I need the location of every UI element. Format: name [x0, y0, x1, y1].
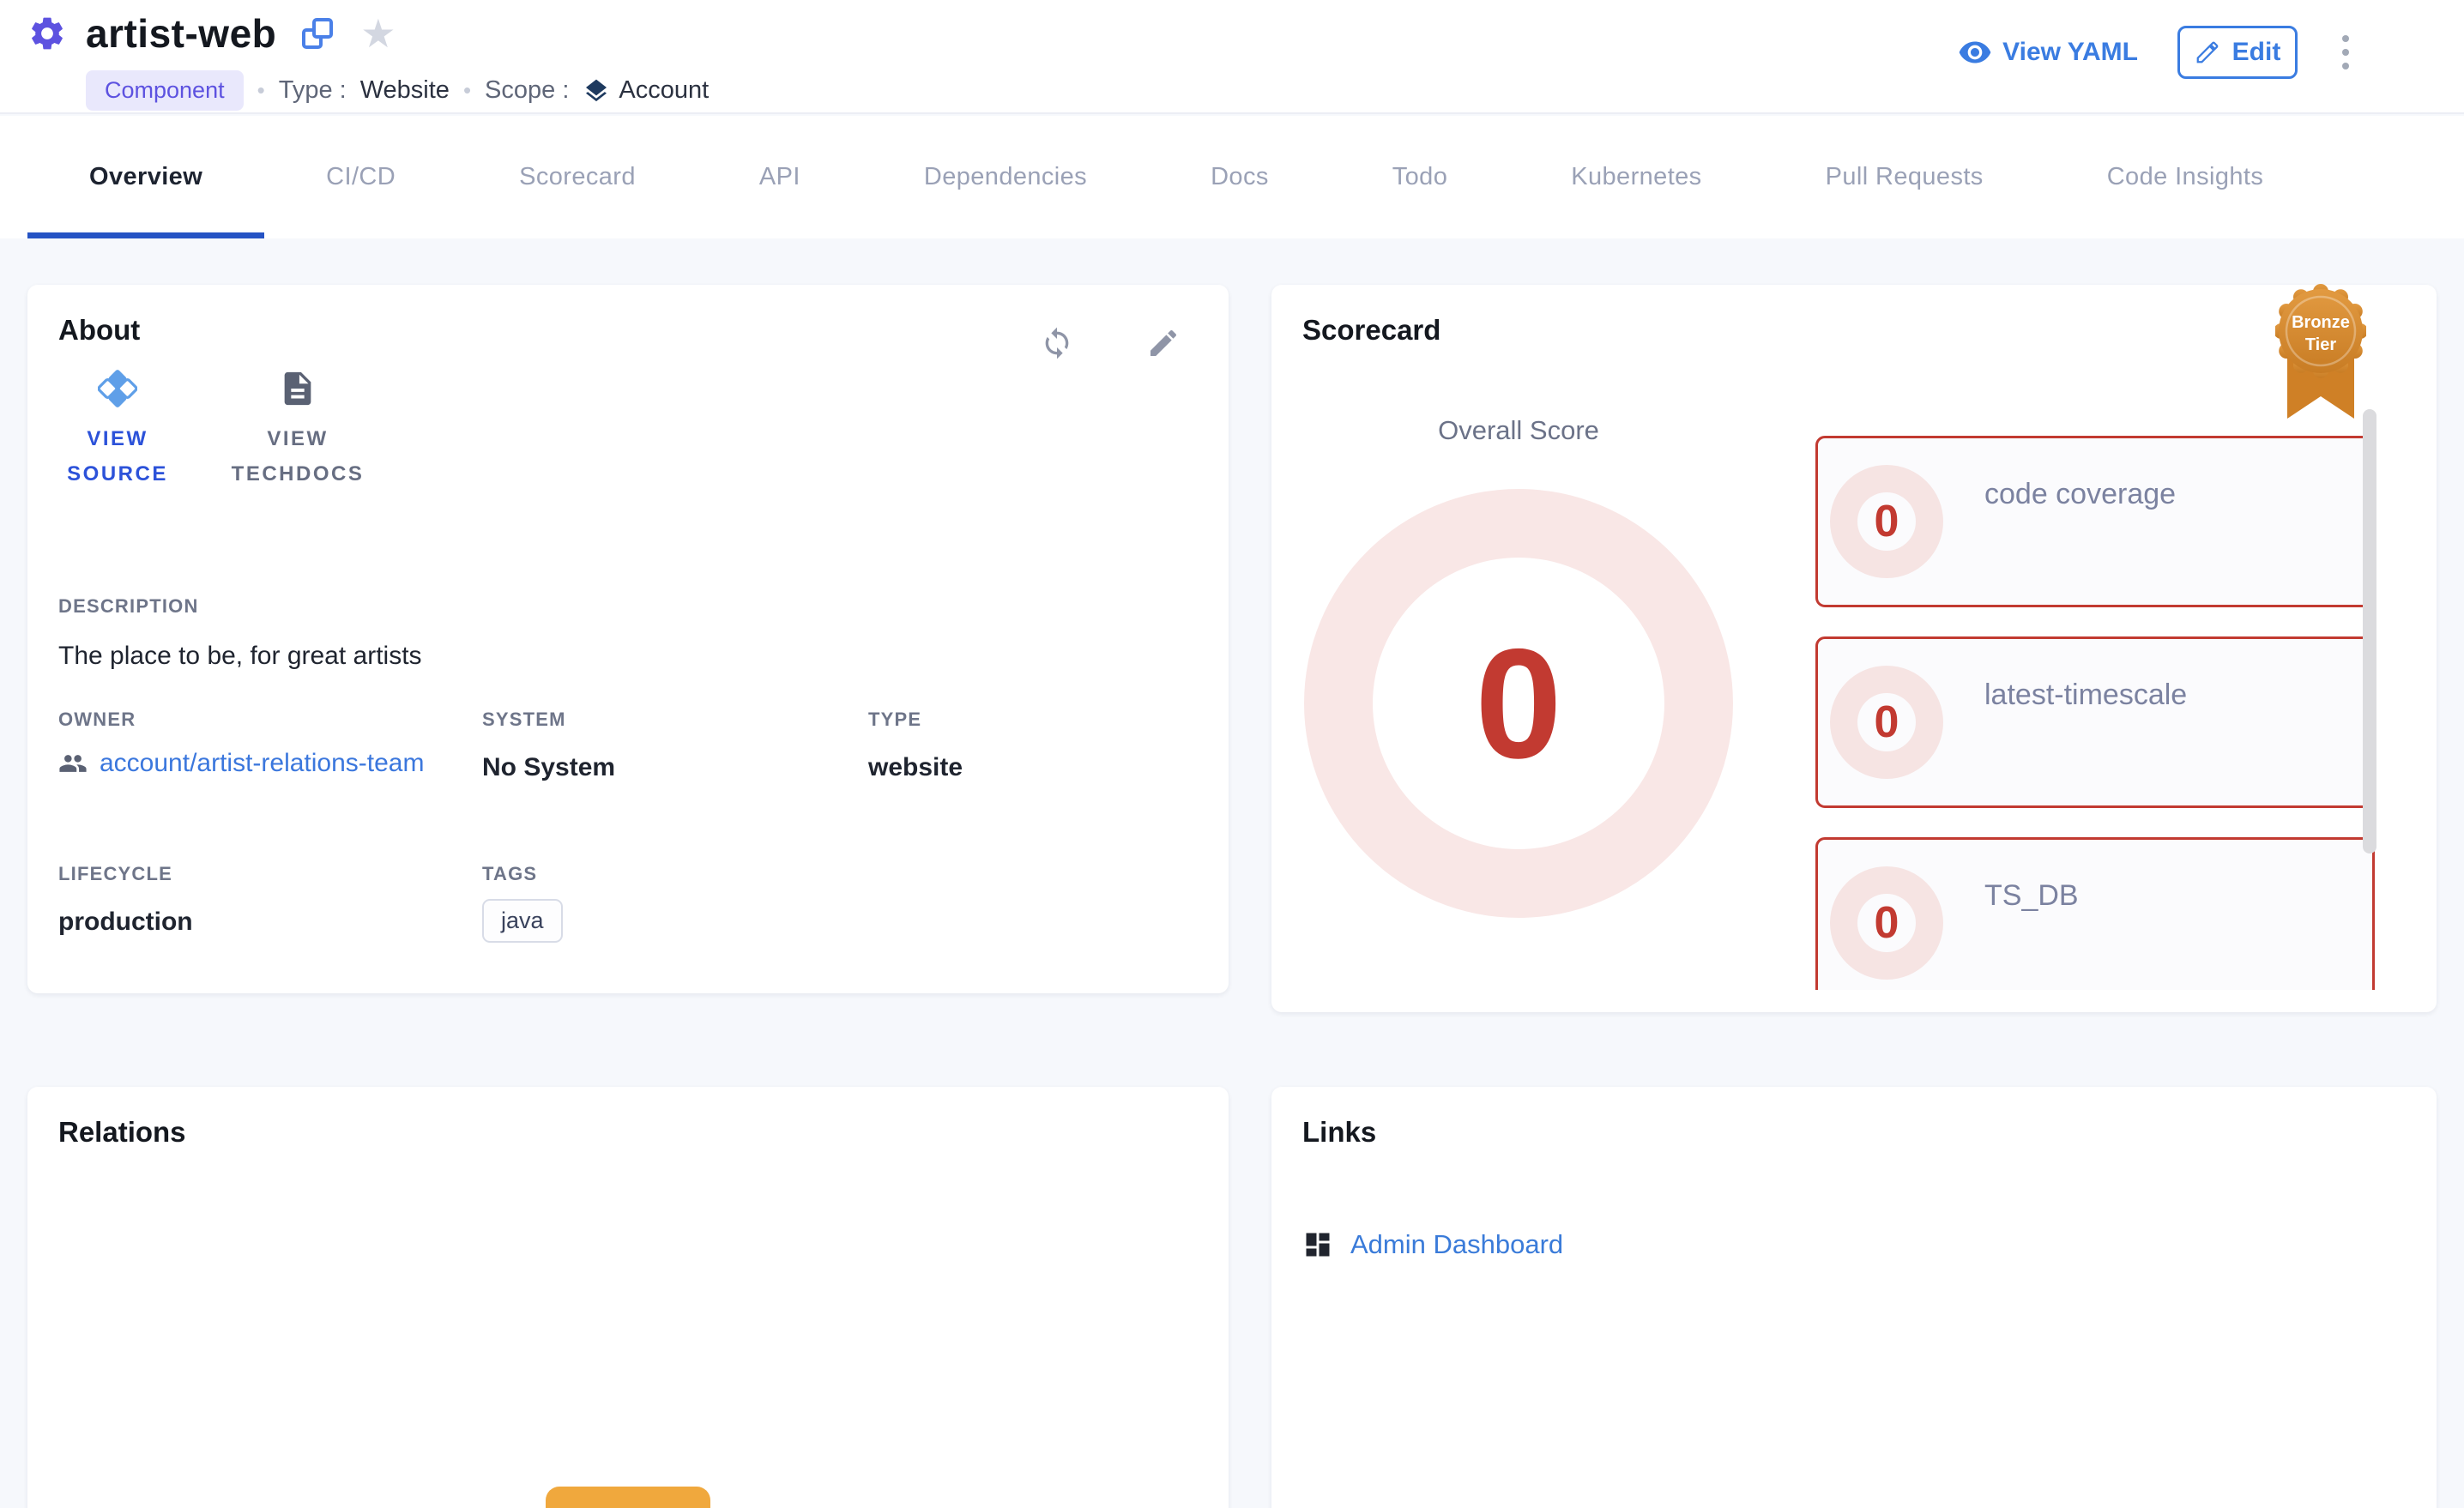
tier-badge-line2: Tier — [2305, 335, 2337, 354]
tab-api[interactable]: API — [698, 116, 862, 238]
lifecycle-label: LIFECYCLE — [58, 863, 482, 885]
tags-field: TAGS java — [482, 863, 868, 943]
rule-score-value: 0 — [1875, 496, 1899, 547]
tab-pull-requests[interactable]: Pull Requests — [1764, 116, 2045, 238]
owner-label: OWNER — [58, 709, 482, 731]
rule-card-code-coverage[interactable]: 0 code coverage — [1815, 436, 2375, 607]
team-group-icon — [58, 749, 88, 778]
admin-dashboard-link[interactable]: Admin Dashboard — [1350, 1229, 1563, 1260]
entity-identity: artist-web ★ Component Type : Website Sc… — [27, 10, 709, 111]
edit-about-pencil-icon[interactable] — [1146, 326, 1181, 360]
view-yaml-label: View YAML — [2002, 38, 2138, 67]
about-card: About VIEW SOURCE — [27, 285, 1229, 993]
component-gear-icon — [27, 14, 67, 53]
techdocs-file-icon — [278, 369, 317, 408]
rule-card-ts-db[interactable]: 0 TS_DB — [1815, 837, 2375, 990]
link-item: Admin Dashboard — [1302, 1229, 1563, 1260]
rule-score-value: 0 — [1875, 697, 1899, 748]
view-yaml-button[interactable]: View YAML — [1958, 35, 2138, 69]
rule-score-value: 0 — [1875, 897, 1899, 949]
favorite-star-icon[interactable]: ★ — [360, 18, 396, 49]
tag-chip-java: java — [482, 899, 563, 943]
view-source-label: VIEW SOURCE — [66, 422, 169, 492]
type-field-value: website — [868, 753, 963, 782]
rule-score-donut: 0 — [1830, 866, 1943, 980]
type-label: Type : — [279, 76, 347, 105]
entity-page: artist-web ★ Component Type : Website Sc… — [0, 0, 2464, 1508]
view-techdocs-label: VIEW TECHDOCS — [229, 422, 366, 492]
dashboard-icon — [1302, 1229, 1333, 1260]
scorecard-card: Scorecard Bronze Tier Overall Score — [1271, 285, 2437, 1012]
rule-score-donut: 0 — [1830, 666, 1943, 779]
rule-name: code coverage — [1984, 478, 2176, 511]
entity-tabs: Overview CI/CD Scorecard API Dependencie… — [0, 116, 2464, 238]
description-value: The place to be, for great artists — [58, 642, 422, 671]
tier-badge-line1: Bronze — [2292, 313, 2350, 332]
scorecard-rules-list: 0 code coverage 0 latest-timescale 0 TS_… — [1815, 436, 2375, 990]
scope-name: Account — [619, 76, 709, 105]
refresh-icon[interactable] — [1040, 326, 1074, 360]
system-label: SYSTEM — [482, 709, 868, 731]
description-label: DESCRIPTION — [58, 595, 422, 618]
relations-graph-node[interactable] — [546, 1487, 710, 1508]
tab-kubernetes[interactable]: Kubernetes — [1509, 116, 1763, 238]
relations-card-title: Relations — [58, 1116, 186, 1149]
relations-card: Relations — [27, 1087, 1229, 1508]
eye-icon — [1958, 35, 1992, 69]
edit-label: Edit — [2232, 38, 2281, 67]
copy-name-icon[interactable] — [302, 18, 333, 49]
source-icon — [98, 369, 137, 408]
separator-dot — [257, 77, 265, 104]
overall-score-donut: 0 — [1304, 489, 1733, 918]
scope-label: Scope : — [485, 76, 569, 105]
view-source-button[interactable]: VIEW SOURCE — [45, 369, 190, 492]
page-title: artist-web — [86, 10, 276, 57]
scorecard-card-title: Scorecard — [1302, 314, 1440, 347]
lifecycle-field: LIFECYCLE production — [58, 863, 482, 943]
tab-code-insights[interactable]: Code Insights — [2045, 116, 2326, 238]
pencil-icon — [2195, 39, 2220, 65]
bronze-tier-badge: Bronze Tier — [2275, 283, 2366, 425]
overall-score-value: 0 — [1475, 625, 1561, 781]
tab-todo[interactable]: Todo — [1331, 116, 1510, 238]
owner-link[interactable]: account/artist-relations-team — [100, 746, 468, 781]
layers-icon — [583, 77, 610, 105]
type-field: TYPE website — [868, 709, 963, 782]
links-card: Links Admin Dashboard — [1271, 1087, 2437, 1508]
overall-score-label: Overall Score — [1347, 415, 1690, 446]
owner-field: OWNER account/artist-relations-team — [58, 709, 482, 782]
tab-docs[interactable]: Docs — [1149, 116, 1331, 238]
tags-label: TAGS — [482, 863, 868, 885]
tab-dependencies[interactable]: Dependencies — [862, 116, 1149, 238]
rule-name: latest-timescale — [1984, 679, 2187, 712]
type-field-label: TYPE — [868, 709, 963, 731]
rules-scrollbar[interactable] — [2363, 409, 2376, 854]
page-header: artist-web ★ Component Type : Website Sc… — [0, 0, 2464, 114]
view-techdocs-button[interactable]: VIEW TECHDOCS — [225, 369, 371, 492]
tab-overview[interactable]: Overview — [27, 116, 264, 238]
system-field: SYSTEM No System — [482, 709, 868, 782]
lifecycle-value: production — [58, 908, 482, 937]
separator-dot — [463, 77, 471, 104]
more-options-kebab-icon[interactable] — [2337, 30, 2354, 75]
tab-scorecard[interactable]: Scorecard — [457, 116, 698, 238]
edit-button[interactable]: Edit — [2177, 26, 2298, 79]
rule-score-donut: 0 — [1830, 465, 1943, 578]
scope-value: Account — [583, 76, 709, 105]
links-card-title: Links — [1302, 1116, 1376, 1149]
rule-name: TS_DB — [1984, 879, 2079, 913]
kind-chip: Component — [86, 70, 244, 111]
system-value: No System — [482, 753, 868, 782]
rule-card-latest-timescale[interactable]: 0 latest-timescale — [1815, 636, 2375, 808]
about-card-title: About — [58, 314, 140, 347]
tab-cicd[interactable]: CI/CD — [264, 116, 457, 238]
type-value: Website — [360, 76, 450, 105]
